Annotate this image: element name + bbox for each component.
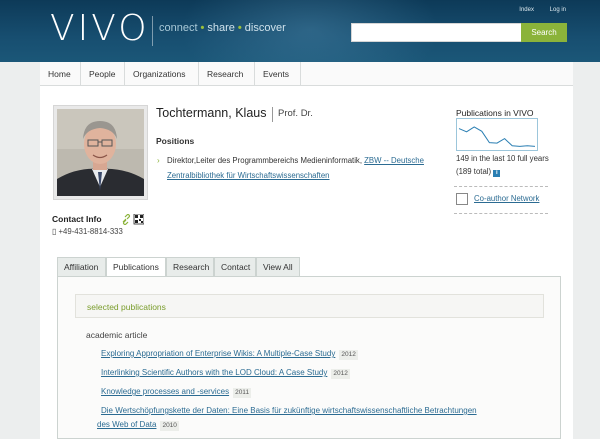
page-content: Home People Organizations Research Event… — [40, 62, 573, 439]
phone-number: ▯ +49-431-8814-333 — [52, 227, 123, 236]
positions-heading: Positions — [156, 136, 195, 146]
profile-title: Prof. Dr. — [278, 108, 313, 119]
publication-link[interactable]: Knowledge processes and -services — [101, 387, 229, 396]
profile-name: Tochtermann, Klaus — [156, 106, 267, 120]
search-button[interactable]: Search — [521, 23, 567, 42]
publications-panel: selected publications academic article E… — [57, 276, 561, 439]
sidebar-divider — [454, 186, 548, 187]
login-link[interactable]: Log in — [550, 7, 566, 13]
profile-photo — [57, 109, 144, 196]
publication-item: Exploring Appropriation of Enterprise Wi… — [101, 347, 358, 361]
site-header: VIVO connect • share • discover Index Log in… — [0, 0, 600, 62]
publication-item: Knowledge processes and -services 2011 — [101, 385, 252, 399]
coauthor-network-icon — [456, 193, 468, 205]
publication-item: Interlinking Scientific Authors with the… — [101, 366, 350, 380]
contact-icon-group — [122, 213, 145, 226]
sparkline-chart — [458, 126, 536, 147]
sidebar-divider — [454, 213, 548, 214]
vivo-logo[interactable]: VIVO — [50, 8, 150, 49]
contact-info-heading: Contact Info — [52, 214, 102, 224]
tab-publications[interactable]: Publications — [106, 257, 166, 278]
name-separator — [272, 107, 273, 122]
publications-sparkline[interactable] — [456, 118, 538, 151]
contact-icons — [122, 212, 145, 230]
tagline: connect • share • discover — [159, 22, 286, 34]
tagline-share: share — [207, 22, 235, 34]
tab-research[interactable]: Research — [166, 257, 214, 277]
index-link[interactable]: Index — [519, 7, 534, 13]
tab-affiliation[interactable]: Affiliation — [57, 257, 106, 277]
publication-link-continued[interactable]: des Web of Data — [97, 420, 156, 429]
sparkline-line — [458, 126, 536, 147]
publication-year: 2010 — [160, 421, 179, 431]
nav-people[interactable]: People — [81, 62, 125, 86]
tagline-connect: connect — [159, 22, 198, 34]
utility-links: Index Log in — [505, 7, 566, 13]
publication-link[interactable]: Exploring Appropriation of Enterprise Wi… — [101, 349, 335, 358]
phone-icon: ▯ — [52, 227, 57, 236]
tagline-dot: • — [237, 22, 242, 34]
chevron-right-icon: › — [157, 156, 160, 165]
position-item: › Direktor,Leiter des Programmbereichs M… — [157, 153, 431, 183]
publication-item: Die Wertschöpfungskette der Daten: Eine … — [101, 404, 477, 418]
coauthor-network[interactable]: Co-author Network — [456, 193, 539, 205]
publication-item-continued: des Web of Data 2010 — [97, 418, 179, 432]
main-nav: Home People Organizations Research Event… — [40, 62, 573, 86]
position-role: Direktor,Leiter des Programmbereichs Med… — [167, 156, 365, 165]
phone-value: +49-431-8814-333 — [58, 227, 123, 236]
position-text: Direktor,Leiter des Programmbereichs Med… — [161, 153, 431, 183]
publication-link[interactable]: Interlinking Scientific Authors with the… — [101, 368, 327, 377]
portrait-image — [57, 109, 144, 196]
tagline-dot: • — [200, 22, 205, 34]
nav-organizations[interactable]: Organizations — [125, 62, 199, 86]
selected-publications-header: selected publications — [75, 294, 544, 318]
info-icon[interactable]: i — [493, 170, 501, 177]
publication-year: 2012 — [331, 369, 350, 379]
tab-view-all[interactable]: View All — [256, 257, 300, 277]
nav-home[interactable]: Home — [40, 62, 81, 86]
publications-count-text: 149 in the last 10 full years (189 total… — [456, 154, 549, 176]
publication-year: 2012 — [339, 350, 358, 360]
publications-count: 149 in the last 10 full years (189 total… — [456, 152, 556, 178]
link-icon[interactable] — [122, 213, 131, 226]
publications-in-vivo-heading: Publications in VIVO — [456, 108, 534, 118]
qr-code-icon[interactable] — [133, 213, 145, 225]
publication-type-heading: academic article — [86, 330, 148, 340]
coauthor-network-link[interactable]: Co-author Network — [456, 194, 539, 203]
nav-events[interactable]: Events — [255, 62, 301, 86]
publication-year: 2011 — [233, 388, 252, 398]
publication-link[interactable]: Die Wertschöpfungskette der Daten: Eine … — [101, 406, 477, 415]
logo-divider — [152, 16, 153, 46]
nav-research[interactable]: Research — [199, 62, 255, 86]
profile-photo-frame — [53, 105, 148, 200]
tab-contact[interactable]: Contact — [214, 257, 256, 277]
search-input[interactable] — [351, 23, 521, 42]
section-title: selected publications — [87, 302, 166, 312]
tagline-discover: discover — [244, 22, 286, 34]
